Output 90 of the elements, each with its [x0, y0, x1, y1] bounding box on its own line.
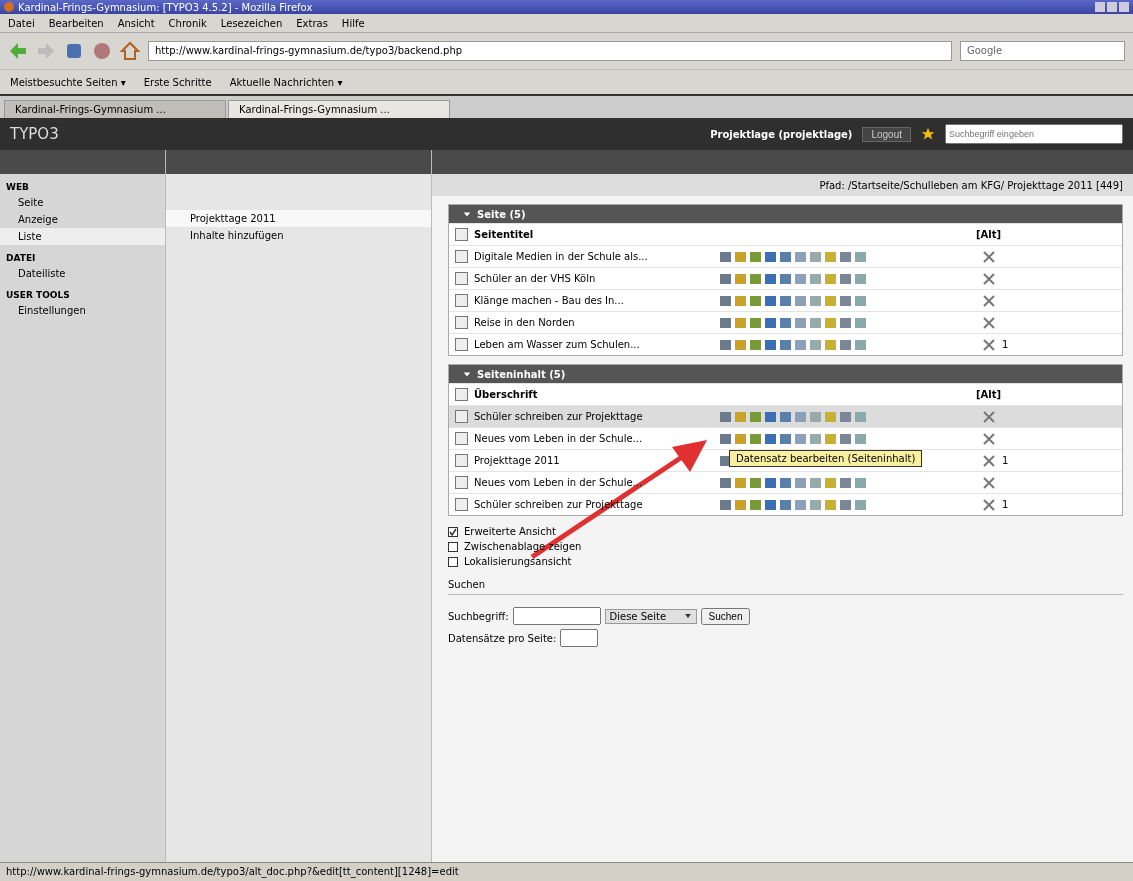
page-path: Pfad: /Startseite/Schulleben am KFG/ Projekttage 2011 [449] [819, 179, 1123, 191]
module-item[interactable]: Seite [0, 194, 165, 211]
window-title: Kardinal-Frings-Gymnasium: [TYPO3 4.5.2] - Mozilla Firefox [18, 1, 314, 13]
module-item[interactable]: Anzeige [0, 211, 165, 228]
section-heading: Suchen [448, 575, 1123, 595]
collapse-icon[interactable] [463, 370, 471, 378]
record-title[interactable]: Neues vom Leben in der Schule... [474, 433, 704, 444]
count-text: 1 [1002, 339, 1010, 350]
module-group-heading[interactable]: WEB [0, 174, 165, 194]
menu-item[interactable]: Datei [8, 17, 35, 29]
table-row[interactable]: Reise in den Norden [449, 311, 1122, 333]
record-icon [455, 272, 468, 285]
count-text: 1 [1002, 455, 1010, 466]
bookmark[interactable]: Aktuelle Nachrichten ▾ [229, 76, 343, 88]
browser-tab[interactable]: Kardinal-Frings-Gymnasium ... [4, 100, 226, 118]
column-icon [455, 228, 468, 241]
table-row[interactable]: Neues vom Leben in der Schule... [449, 427, 1122, 449]
menu-item[interactable]: Bearbeiten [48, 17, 104, 29]
table-row[interactable]: Digitale Medien in der Schule als... [449, 245, 1122, 267]
record-icon [455, 294, 468, 307]
table-row[interactable]: Neues vom Leben in der Schule... [449, 471, 1122, 493]
record-icon [455, 498, 468, 511]
tree-node[interactable]: Projekttage 2011 [166, 210, 431, 227]
record-icon [455, 250, 468, 263]
record-title[interactable]: Neues vom Leben in der Schule... [474, 477, 704, 488]
record-icon [455, 338, 468, 351]
scope-dropdown[interactable]: Diese Seite [604, 608, 697, 624]
record-title[interactable]: Leben am Wasser zum Schulen... [474, 339, 704, 350]
table-header-bar[interactable]: Seiteninhalt (5) [449, 365, 1122, 383]
bookmark[interactable]: Meistbesuchte Seiten ▾ [10, 76, 126, 88]
column-header[interactable]: Überschrift [474, 389, 704, 400]
checkbox[interactable] [448, 556, 458, 567]
web-search-field[interactable]: Google [960, 41, 1125, 61]
menu-item[interactable]: Chronik [168, 17, 207, 29]
record-title[interactable]: Reise in den Norden [474, 317, 704, 328]
module-group-heading[interactable]: USER TOOLS [0, 282, 165, 302]
menu-item[interactable]: Extras [296, 17, 328, 29]
table-header-bar[interactable]: Seite (5) [449, 205, 1122, 223]
record-title[interactable]: Klänge machen - Bau des In... [474, 295, 704, 306]
checkbox-label: Lokalisierungsansicht [464, 556, 572, 567]
count-text: 1 [1002, 499, 1010, 510]
status-bar: http://www.kardinal-frings-gymnasium.de/typo3/alt_doc.php?&edit[tt_content][1248]=edit [0, 862, 1133, 881]
record-icon [455, 316, 468, 329]
browser-tab[interactable]: Kardinal-Frings-Gymnasium ... [228, 100, 450, 118]
menu-item[interactable]: Ansicht [117, 17, 155, 29]
search-button[interactable]: Suchen [700, 607, 751, 625]
record-title[interactable]: Schüler schreiben zur Projekttage [474, 411, 704, 422]
checkbox[interactable] [448, 526, 458, 537]
search-field[interactable]: Suchbegriff eingeben [945, 124, 1123, 144]
column-header[interactable]: [Alt] [976, 389, 1116, 400]
record-title[interactable]: Projekttage 2011 [474, 455, 704, 466]
logout-button[interactable]: Logout [862, 126, 911, 142]
column-icon [455, 388, 468, 401]
address-field[interactable]: http://www.kardinal-frings-gymnasium.de/typo3/backend.php [148, 41, 952, 61]
record-title[interactable]: Digitale Medien in der Schule als... [474, 251, 704, 262]
record-icon [455, 432, 468, 445]
caret-icon[interactable] [683, 612, 692, 620]
record-icon [455, 410, 468, 423]
checkbox[interactable] [448, 541, 458, 552]
bookmark[interactable]: Erste Schritte [143, 76, 212, 88]
checkbox-label: Erweiterte Ansicht [464, 526, 556, 537]
home-icon[interactable] [120, 41, 140, 61]
menu-item[interactable]: Hilfe [341, 17, 365, 29]
typo3-logo: TYPO3 [10, 125, 59, 143]
menu-item[interactable]: Lesezeichen [220, 17, 283, 29]
module-item[interactable]: Einstellungen [0, 302, 165, 319]
user-name[interactable]: Projektlage (projektlage) [710, 128, 853, 140]
table-title: Seiteninhalt (5) [477, 368, 566, 380]
record-icon [455, 454, 468, 467]
column-header[interactable]: Seitentitel [474, 229, 704, 240]
module-item[interactable]: Dateiliste [0, 265, 165, 282]
search-term-field[interactable] [512, 607, 601, 625]
record-title[interactable]: Schüler an der VHS Köln [474, 273, 704, 284]
table-title: Seite (5) [477, 208, 526, 220]
table-row[interactable]: Klänge machen - Bau des In... [449, 289, 1122, 311]
checkbox-label: Zwischenablage zeigen [464, 541, 582, 552]
table-row[interactable]: Leben am Wasser zum Schulen... 1 [449, 333, 1122, 355]
record-icon [455, 476, 468, 489]
table-row[interactable]: Schüler schreiben zur Projekttage [449, 405, 1122, 427]
column-header[interactable]: [Alt] [976, 229, 1116, 240]
table-row[interactable]: Schüler an der VHS Köln [449, 267, 1122, 289]
field-label: Datensätze pro Seite: [448, 632, 557, 644]
module-group-heading[interactable]: DATEI [0, 245, 165, 265]
star-icon[interactable] [921, 127, 935, 141]
tree-node[interactable]: Inhalte hinzufügen [166, 227, 431, 244]
per-page-field[interactable] [560, 629, 599, 647]
tooltip: Datensatz bearbeiten (Seiteninhalt) [729, 450, 923, 467]
field-label: Suchbegriff: [448, 610, 509, 622]
collapse-icon[interactable] [463, 210, 471, 218]
module-item[interactable]: Liste [0, 228, 165, 245]
